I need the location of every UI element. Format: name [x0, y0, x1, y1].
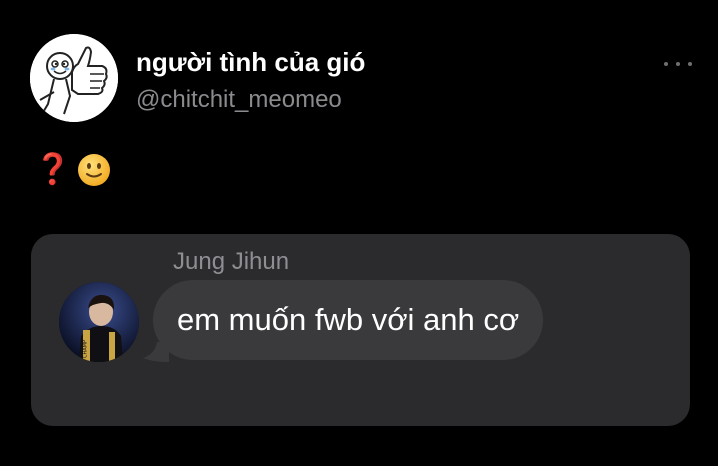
author-handle[interactable]: @chitchit_meomeo — [136, 86, 342, 114]
more-options-button[interactable] — [664, 54, 692, 74]
sender-name: Jung Jihun — [173, 248, 290, 275]
tweet: người tình của gió @chitchit_meomeo ❓ Ju… — [0, 0, 718, 466]
quoted-message-card[interactable]: Jung Jihun CHAMP em muốn fwb với anh cơ — [31, 234, 690, 426]
message-bubble[interactable]: em muốn fwb với anh cơ — [153, 280, 544, 360]
more-dot — [688, 62, 692, 66]
message-text: em muốn fwb với anh cơ — [177, 302, 520, 337]
avatar-text: CHAMP — [83, 340, 89, 358]
author-avatar[interactable] — [30, 34, 118, 122]
more-dot — [676, 62, 680, 66]
more-dot — [664, 62, 668, 66]
slightly-smiling-face-icon — [77, 153, 111, 187]
author-display-name[interactable]: người tình của gió — [136, 47, 365, 78]
thumbs-up-doodle-icon — [30, 34, 118, 122]
sender-avatar: CHAMP — [59, 282, 139, 362]
tweet-text: ❓ — [34, 152, 111, 188]
question-mark-emoji: ❓ — [34, 152, 72, 187]
